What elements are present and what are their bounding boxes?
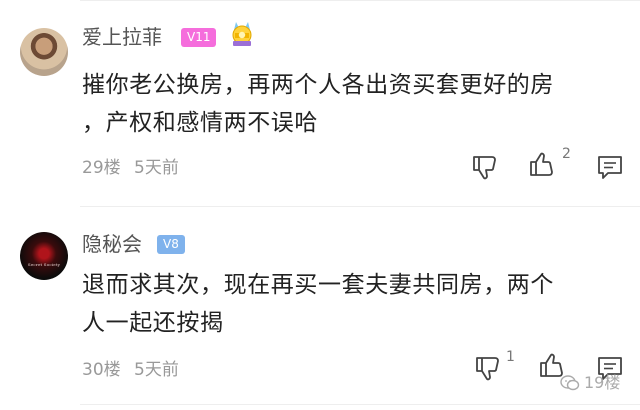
dislike-count: 1: [506, 349, 515, 365]
dislike-button[interactable]: [470, 152, 500, 182]
thumb-down-icon: [473, 156, 496, 180]
username[interactable]: 隐秘会: [82, 231, 142, 257]
username[interactable]: 爱上拉菲: [82, 24, 162, 50]
like-button[interactable]: [527, 150, 557, 180]
floor-number: 30楼: [82, 360, 121, 380]
thumb-down-icon: [476, 357, 499, 381]
comment-item: 爱上拉菲 V11 摧你老公换房，再两个人各出资买套更好的房 ，产权和感情两不误哈…: [0, 22, 640, 190]
dislike-button[interactable]: [473, 353, 503, 383]
thumb-up-icon: [530, 152, 553, 176]
comment-meta: 29楼 5天前: [82, 157, 187, 179]
vip-badge: V11: [181, 28, 217, 47]
comment-item: Secret Society 隐秘会 V8 退而求其次，现在再买一套夫妻共同房，…: [0, 231, 640, 391]
medal-icon: [232, 22, 252, 46]
floor-number: 29楼: [82, 158, 121, 178]
reply-button[interactable]: [595, 152, 625, 182]
comment-divider: [80, 206, 640, 207]
post-time: 5天前: [134, 158, 179, 178]
post-time: 5天前: [134, 360, 179, 380]
wechat-icon: [560, 375, 580, 391]
vip-badge: V8: [157, 235, 185, 254]
comment-text-line: 摧你老公换房，再两个人各出资买套更好的房: [82, 72, 554, 98]
avatar[interactable]: Secret Society: [20, 232, 68, 280]
comment-icon: [598, 156, 622, 179]
comment-text-line: 退而求其次，现在再买一套夫妻共同房，两个: [82, 272, 554, 298]
avatar-text: Secret Society: [27, 262, 61, 267]
comment-meta: 30楼 5天前: [82, 359, 187, 381]
comment-text: 摧你老公换房，再两个人各出资买套更好的房 ，产权和感情两不误哈: [82, 66, 627, 142]
watermark-label: 19楼: [584, 373, 621, 392]
avatar[interactable]: [20, 28, 68, 76]
comment-divider: [80, 404, 640, 405]
comment-text-line: 人一起还按揭: [82, 310, 224, 336]
top-divider: [80, 0, 640, 1]
comment-text-line: ，产权和感情两不误哈: [82, 110, 318, 136]
like-count: 2: [562, 146, 571, 162]
comment-text: 退而求其次，现在再买一套夫妻共同房，两个 人一起还按揭: [82, 266, 627, 342]
